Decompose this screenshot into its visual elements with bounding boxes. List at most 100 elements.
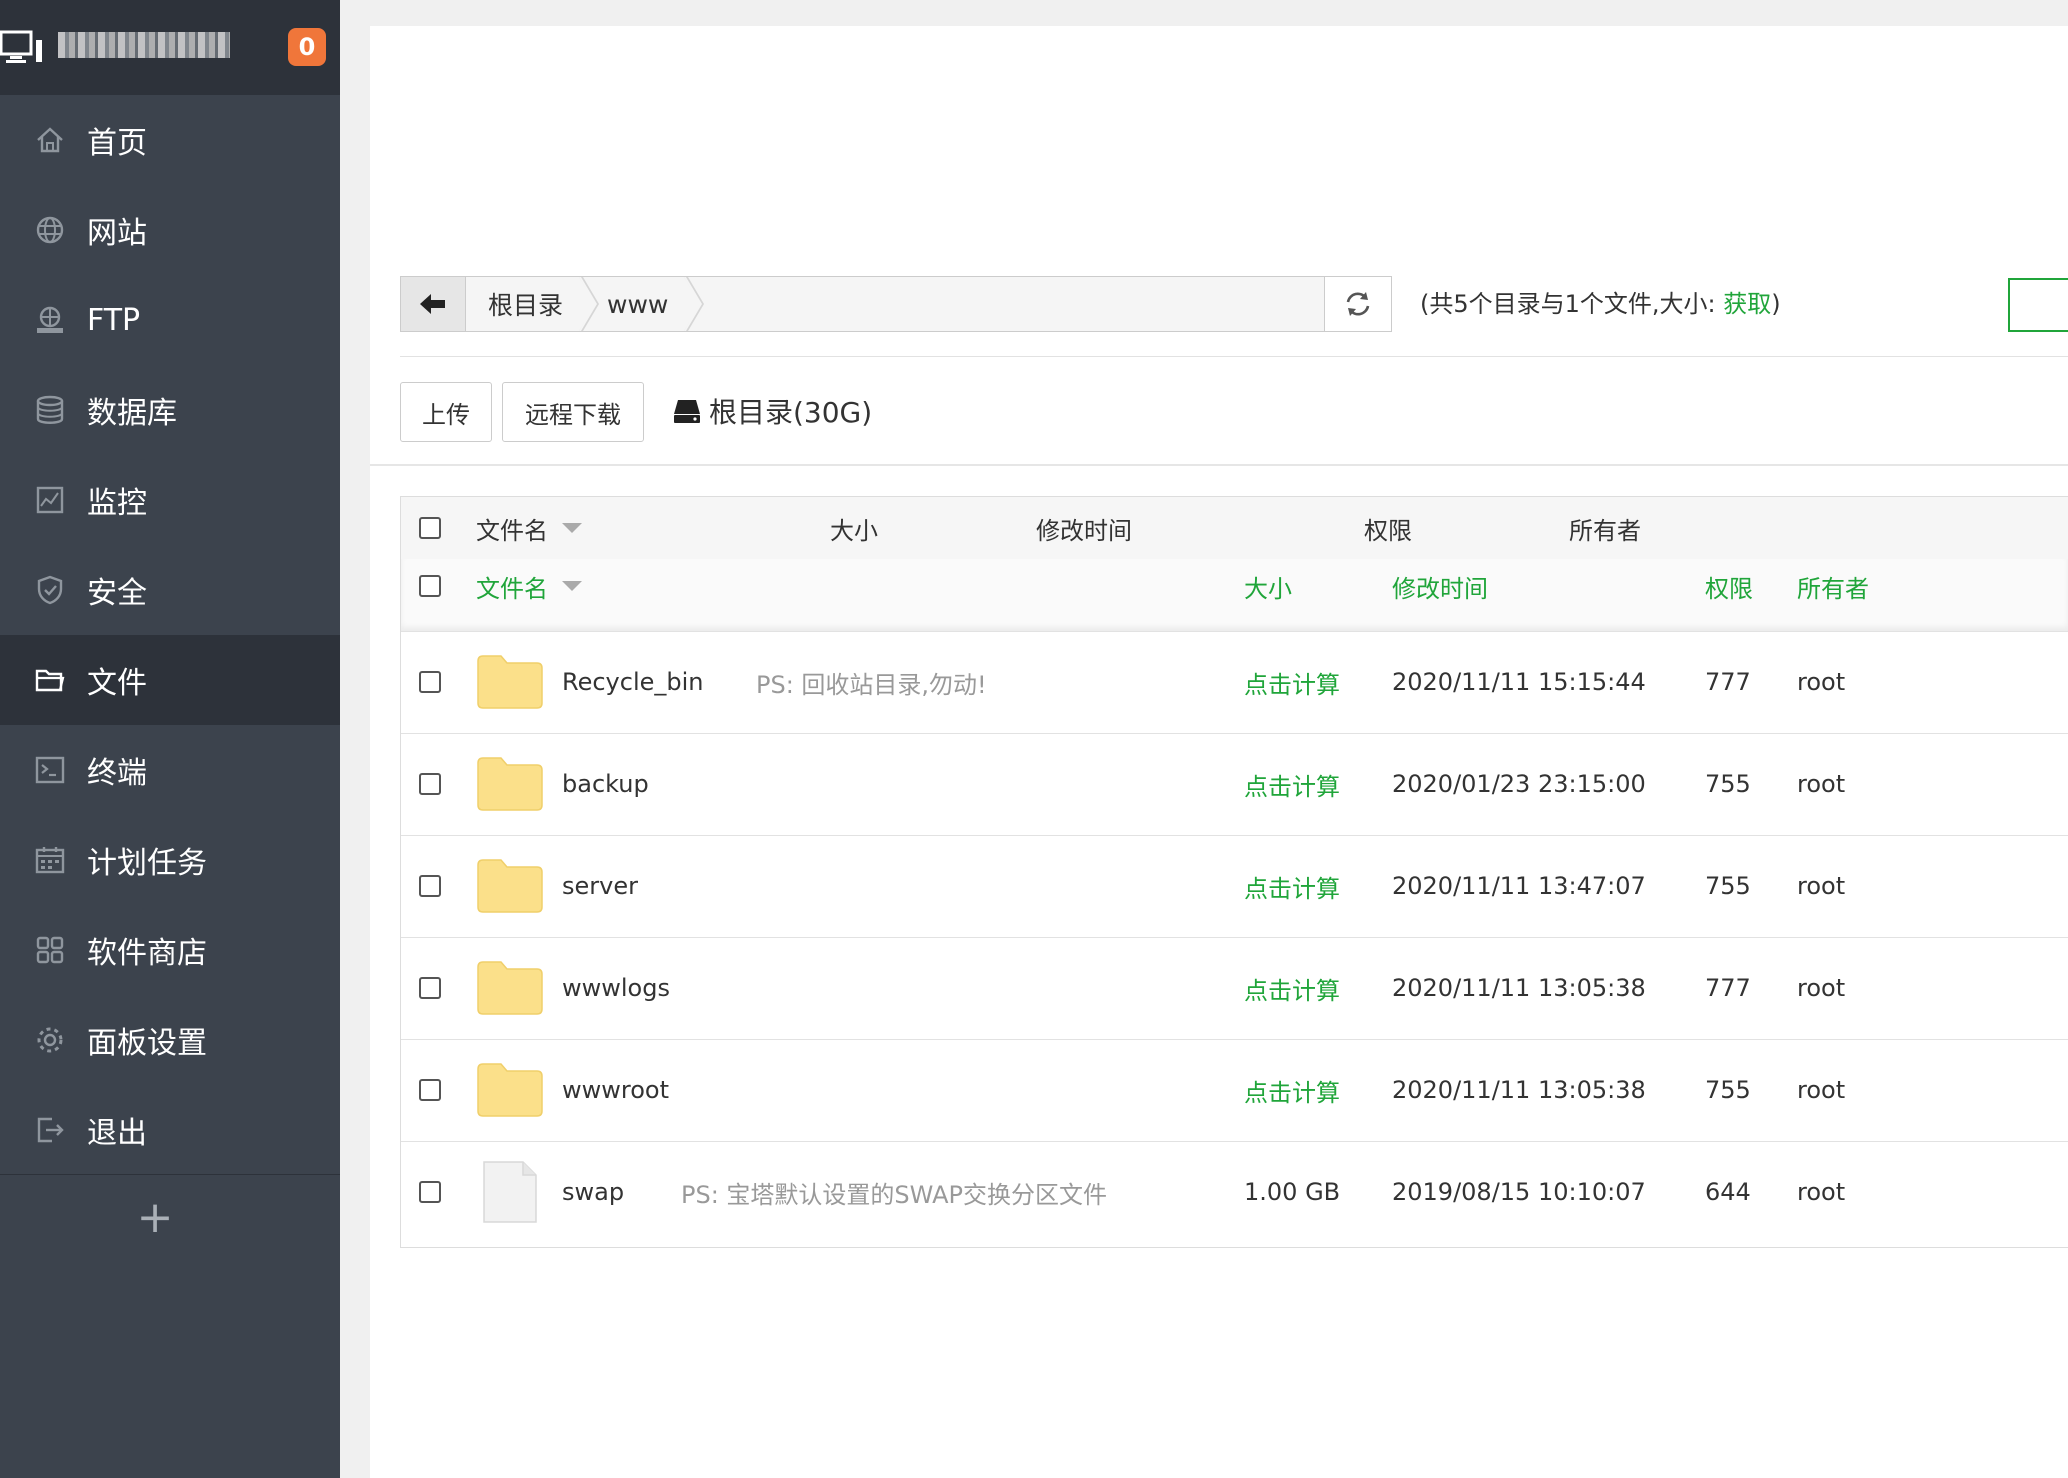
calc-size-link[interactable]: 点击计算 <box>1244 937 1340 1039</box>
file-owner[interactable]: root <box>1797 631 1845 733</box>
sidebar-item-label: FTP <box>87 302 141 338</box>
sidebar-item-label: 数据库 <box>87 396 177 431</box>
sidebar-item-website[interactable]: 网站 <box>0 185 340 275</box>
file-table: 文件名 大小 修改时间 权限 所有者 文件名 大小 修改时间 权限 所有者 Re… <box>400 496 2068 1248</box>
terminal-icon <box>33 753 67 787</box>
sidebar-menu: 首页 网站 FTP 数据库 监控 安全 文件 终端 计划任务 软件商店 面板设置… <box>0 95 340 1175</box>
file-mtime: 2020/11/11 15:15:44 <box>1392 668 1646 696</box>
breadcrumb-root[interactable]: 根目录 <box>466 277 600 331</box>
database-icon <box>33 393 67 427</box>
column-header-size[interactable]: 大小 <box>1244 559 1292 613</box>
sidebar-item-database[interactable]: 数据库 <box>0 365 340 455</box>
column-header-name[interactable]: 文件名 <box>476 497 582 559</box>
sidebar-item-logout[interactable]: 退出 <box>0 1085 340 1175</box>
file-name[interactable]: backup <box>562 733 649 835</box>
table-row[interactable]: swap PS: 宝塔默认设置的SWAP交换分区文件 1.00 GB 2019/… <box>401 1141 2068 1243</box>
table-row[interactable]: Recycle_bin PS: 回收站目录,勿动! 点击计算 2020/11/1… <box>401 631 2068 734</box>
sidebar-item-label: 监控 <box>87 486 147 521</box>
row-checkbox[interactable] <box>419 1079 441 1101</box>
back-button[interactable] <box>401 277 466 331</box>
column-header-mtime[interactable]: 修改时间 <box>1036 497 1132 559</box>
sidebar: 0 首页 网站 FTP 数据库 监控 安全 文件 终端 计划任务 软件商店 面板… <box>0 0 340 1478</box>
file-name[interactable]: server <box>562 835 638 937</box>
column-header-mtime[interactable]: 修改时间 <box>1392 559 1488 613</box>
sort-caret-icon <box>562 581 582 591</box>
file-perm[interactable]: 755 <box>1705 835 1751 937</box>
fetch-size-link[interactable]: 获取 <box>1723 290 1771 318</box>
select-all-checkbox[interactable] <box>419 517 441 539</box>
sidebar-item-ftp[interactable]: FTP <box>0 275 340 365</box>
row-checkbox[interactable] <box>419 875 441 897</box>
file-perm[interactable]: 755 <box>1705 1039 1751 1141</box>
notification-badge[interactable]: 0 <box>288 28 326 66</box>
calc-size-link[interactable]: 点击计算 <box>1244 631 1340 733</box>
path-bar[interactable]: 根目录 www <box>400 276 1360 332</box>
sidebar-item-security[interactable]: 安全 <box>0 545 340 635</box>
column-header-owner[interactable]: 所有者 <box>1569 497 1641 559</box>
search-box-edge[interactable] <box>2008 278 2068 332</box>
file-name[interactable]: Recycle_bin <box>562 631 704 733</box>
file-perm[interactable]: 777 <box>1705 631 1751 733</box>
file-owner[interactable]: root <box>1797 937 1845 1039</box>
sidebar-item-label: 网站 <box>87 216 147 251</box>
disk-selector[interactable]: 根目录(30G) <box>673 382 872 440</box>
grid-icon <box>33 933 67 967</box>
column-header-perm[interactable]: 权限 <box>1364 497 1412 559</box>
sidebar-item-cron[interactable]: 计划任务 <box>0 815 340 905</box>
sidebar-item-home[interactable]: 首页 <box>0 95 340 185</box>
file-perm[interactable]: 644 <box>1705 1141 1751 1243</box>
sidebar-item-monitor[interactable]: 监控 <box>0 455 340 545</box>
breadcrumb-label: www <box>607 289 669 319</box>
sidebar-item-label: 首页 <box>87 126 147 161</box>
refresh-button[interactable] <box>1324 276 1392 332</box>
column-header-owner[interactable]: 所有者 <box>1797 559 1869 613</box>
file-name[interactable]: swap <box>562 1141 624 1243</box>
divider <box>400 356 2068 357</box>
remote-download-button[interactable]: 远程下载 <box>502 382 644 442</box>
file-icon <box>483 1161 537 1223</box>
table-row[interactable]: backup 点击计算 2020/01/23 23:15:00 755 root <box>401 733 2068 836</box>
folder-icon <box>477 859 543 913</box>
file-perm[interactable]: 777 <box>1705 937 1751 1039</box>
breadcrumb-label: 根目录 <box>488 291 564 320</box>
calc-size-link[interactable]: 点击计算 <box>1244 1039 1340 1141</box>
summary-text: (共5个目录与1个文件,大小: <box>1420 290 1724 318</box>
monitor-chart-icon <box>33 483 67 517</box>
upload-button[interactable]: 上传 <box>400 382 492 442</box>
hard-drive-icon <box>674 400 700 423</box>
select-all-checkbox[interactable] <box>419 575 441 597</box>
home-icon <box>33 123 67 157</box>
calendar-icon <box>33 843 67 877</box>
row-checkbox[interactable] <box>419 671 441 693</box>
logout-icon <box>33 1113 67 1147</box>
row-checkbox[interactable] <box>419 1181 441 1203</box>
sidebar-item-settings[interactable]: 面板设置 <box>0 995 340 1085</box>
row-checkbox[interactable] <box>419 773 441 795</box>
add-shortcut-button[interactable]: + <box>130 1192 180 1243</box>
file-owner[interactable]: root <box>1797 835 1845 937</box>
server-monitor-icon <box>0 30 42 63</box>
column-header-perm[interactable]: 权限 <box>1705 559 1753 613</box>
calc-size-link[interactable]: 点击计算 <box>1244 835 1340 937</box>
sidebar-item-files[interactable]: 文件 <box>0 635 340 725</box>
divider <box>370 464 2068 466</box>
file-owner[interactable]: root <box>1797 1141 1845 1243</box>
header-label: 文件名 <box>476 574 548 603</box>
column-header-name[interactable]: 文件名 <box>476 559 582 613</box>
column-header-size[interactable]: 大小 <box>830 497 878 559</box>
file-owner[interactable]: root <box>1797 733 1845 835</box>
file-mtime: 2020/11/11 13:05:38 <box>1392 974 1646 1002</box>
file-name[interactable]: wwwroot <box>562 1039 669 1141</box>
table-row[interactable]: wwwlogs 点击计算 2020/11/11 13:05:38 777 roo… <box>401 937 2068 1040</box>
table-row[interactable]: wwwroot 点击计算 2020/11/11 13:05:38 755 roo… <box>401 1039 2068 1142</box>
sidebar-item-store[interactable]: 软件商店 <box>0 905 340 995</box>
file-owner[interactable]: root <box>1797 1039 1845 1141</box>
calc-size-link[interactable]: 点击计算 <box>1244 733 1340 835</box>
table-row[interactable]: server 点击计算 2020/11/11 13:47:07 755 root <box>401 835 2068 938</box>
sidebar-item-label: 终端 <box>87 756 147 791</box>
file-name[interactable]: wwwlogs <box>562 937 670 1039</box>
sidebar-item-terminal[interactable]: 终端 <box>0 725 340 815</box>
file-perm[interactable]: 755 <box>1705 733 1751 835</box>
file-mtime: 2020/01/23 23:15:00 <box>1392 770 1646 798</box>
row-checkbox[interactable] <box>419 977 441 999</box>
